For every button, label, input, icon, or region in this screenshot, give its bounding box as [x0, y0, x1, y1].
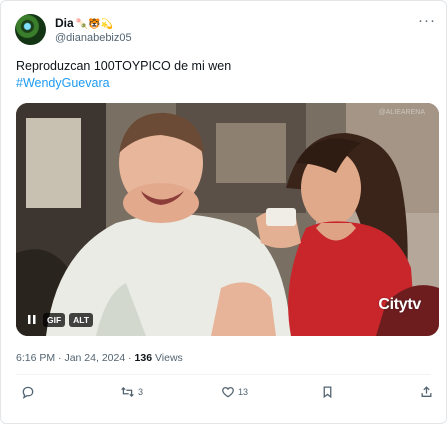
views-label: Views	[152, 352, 183, 364]
more-options-icon[interactable]: ···	[418, 12, 436, 29]
bookmark-button[interactable]	[321, 385, 334, 399]
tweet-body: Reproduzcan 100TOYPICO de mi wen	[16, 59, 232, 73]
avatar[interactable]	[15, 14, 46, 45]
author-handle[interactable]: @dianabebiz05	[55, 32, 132, 44]
heart-icon	[221, 385, 235, 399]
tweet-date[interactable]: Jan 24, 2024	[64, 352, 125, 364]
reply-button[interactable]	[21, 385, 38, 399]
tweet-time[interactable]: 6:16 PM	[16, 352, 55, 364]
like-count: 13	[238, 387, 249, 397]
alt-badge[interactable]: ALT	[69, 312, 94, 327]
reply-icon	[21, 385, 35, 399]
media-watermark: @ALIEARENA	[378, 109, 425, 116]
views-count: 136	[134, 352, 153, 364]
tweet-meta: 6:16 PM · Jan 24, 2024 · 136 Views	[16, 352, 183, 364]
like-button[interactable]: 13	[221, 385, 248, 399]
pause-icon[interactable]	[25, 312, 39, 327]
retweet-icon	[120, 385, 135, 399]
hashtag-link[interactable]: #WendyGuevara	[16, 75, 231, 92]
author-emojis: 🍡🐯💫	[75, 19, 114, 30]
citytv-logo: Citytv	[378, 296, 421, 313]
tweet-text: Reproduzcan 100TOYPICO de mi wen #WendyG…	[16, 58, 231, 92]
gif-media[interactable]: @ALIEARENA GIF ALT Citytv	[16, 103, 439, 336]
bookmark-icon	[321, 385, 334, 399]
gif-controls: GIF ALT	[25, 312, 94, 327]
tweet-card[interactable]: Dia 🍡🐯💫 @dianabebiz05 ··· Reproduzcan 100…	[0, 0, 447, 424]
gif-frame	[16, 103, 439, 336]
author-name[interactable]: Dia 🍡🐯💫	[55, 16, 113, 30]
retweet-count: 3	[138, 387, 144, 397]
author-display-name[interactable]: Dia	[55, 16, 74, 30]
gif-badge: GIF	[43, 312, 66, 327]
share-button[interactable]	[420, 385, 433, 399]
divider	[16, 374, 431, 375]
meta-separator-2: ·	[125, 352, 135, 364]
action-bar: 3 13	[1, 385, 446, 407]
retweet-button[interactable]: 3	[120, 385, 143, 399]
share-icon	[420, 385, 433, 399]
